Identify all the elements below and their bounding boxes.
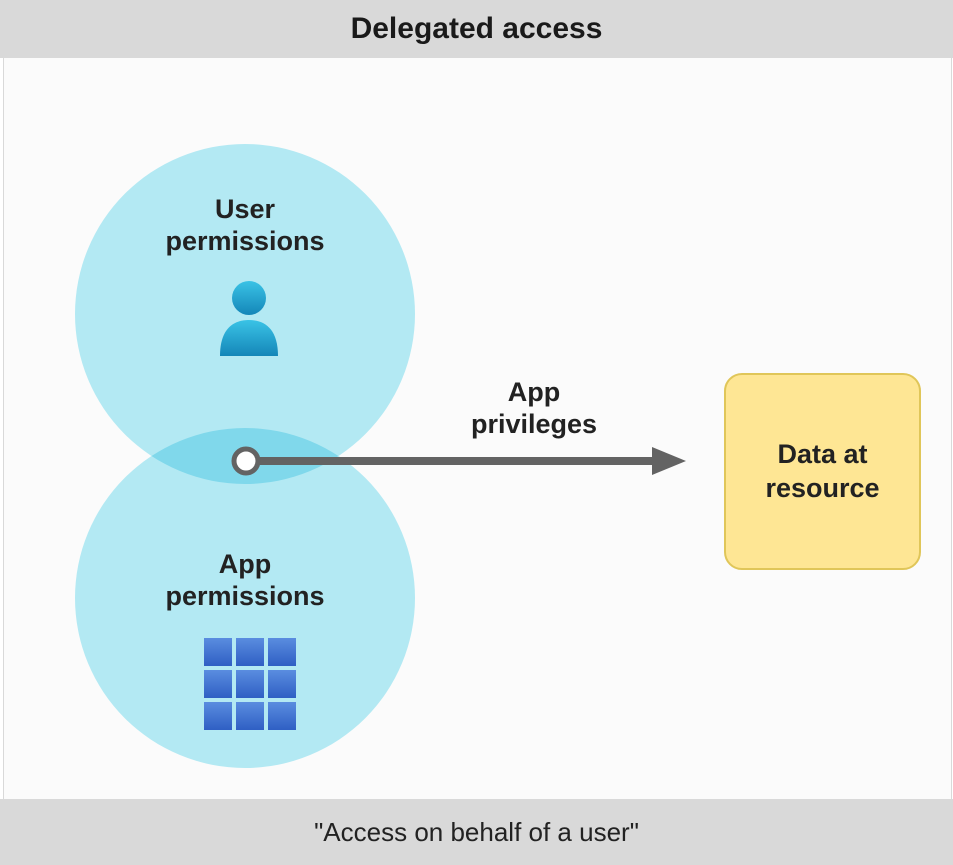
app-grid-icon [204,638,296,730]
footer-caption: "Access on behalf of a user" [314,817,639,847]
user-permissions-label: Userpermissions [95,193,395,258]
app-permissions-label: Apppermissions [95,548,395,613]
diagram-canvas: Delegated access Userpermissions Appperm… [0,0,953,865]
footer-banner: "Access on behalf of a user" [0,799,953,865]
arrow-label: Appprivileges [444,376,624,441]
title-text: Delegated access [351,12,603,45]
data-at-resource-box: Data atresource [724,373,921,570]
intersection-arrow [226,441,686,481]
user-icon [214,278,284,356]
title-banner: Delegated access [0,0,953,58]
diagram-body: Userpermissions Apppermissions [3,58,952,799]
resource-label: Data atresource [765,438,879,506]
